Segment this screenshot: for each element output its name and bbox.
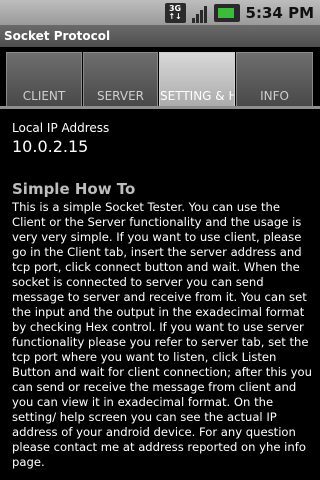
tab-info-label: INFO <box>260 89 289 103</box>
tab-setting-help-label: SETTING & HELP <box>160 89 234 103</box>
app-title: Socket Protocol <box>4 29 111 43</box>
tab-server-label: SERVER <box>96 89 144 103</box>
tab-info[interactable]: INFO <box>236 52 313 109</box>
tab-indicator-strip <box>0 106 320 109</box>
how-to-text: This is a simple Socket Tester. You can … <box>12 200 312 469</box>
tab-client[interactable]: CLIENT <box>6 52 82 109</box>
how-to-heading: Simple How To <box>12 180 136 198</box>
battery-icon <box>213 3 240 22</box>
network-3g-icon: 3G ↑↓ <box>164 2 186 23</box>
local-ip-label: Local IP Address <box>12 121 110 135</box>
tab-client-label: CLIENT <box>22 89 66 103</box>
app-title-bar: Socket Protocol <box>0 25 320 47</box>
local-ip-value: 10.0.2.15 <box>12 137 89 156</box>
status-bar: 3G ↑↓ 5:34 PM <box>0 0 320 25</box>
network-activity-label: ↑↓ <box>168 11 182 21</box>
tab-server[interactable]: SERVER <box>83 52 158 109</box>
setting-help-panel: Local IP Address 10.0.2.15 Simple How To… <box>12 118 312 470</box>
status-clock: 5:34 PM <box>245 3 314 22</box>
tab-setting-help[interactable]: SETTING & HELP <box>159 52 235 109</box>
signal-strength-icon <box>190 3 210 23</box>
tab-bar: CLIENT SERVER SETTING & HELP INFO <box>0 47 320 109</box>
